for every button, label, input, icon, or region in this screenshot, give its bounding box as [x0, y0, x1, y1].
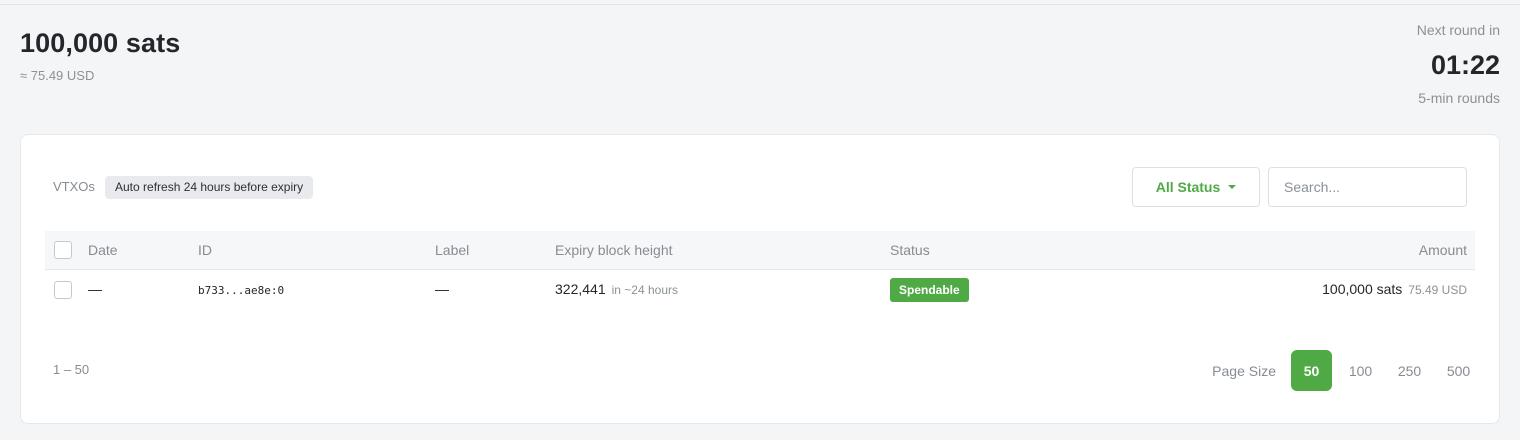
- caret-down-icon: [1228, 185, 1237, 189]
- row-expiry: 322,441 in ~24 hours: [555, 281, 678, 297]
- page-size-250[interactable]: 250: [1389, 350, 1430, 391]
- row-amount: 100,000 sats 75.49 USD: [1322, 281, 1467, 297]
- row-amount-fiat: 75.49 USD: [1408, 283, 1467, 297]
- row-expiry-height: 322,441: [555, 281, 606, 297]
- row-label: —: [435, 281, 449, 297]
- vtxo-card: VTXOs Auto refresh 24 hours before expir…: [20, 134, 1500, 424]
- select-all-checkbox[interactable]: [54, 241, 72, 259]
- row-checkbox[interactable]: [54, 281, 72, 299]
- row-amount-sats: 100,000 sats: [1322, 281, 1403, 297]
- status-badge: Spendable: [890, 278, 969, 302]
- row-expiry-eta: in ~24 hours: [611, 283, 678, 297]
- round-countdown: 01:22: [1430, 50, 1500, 80]
- column-date[interactable]: Date: [88, 242, 118, 258]
- status-filter-label: All Status: [1155, 179, 1221, 195]
- top-divider: [0, 4, 1520, 5]
- table-row[interactable]: — b733...ae8e:0 — 322,441 in ~24 hours Sp…: [45, 271, 1475, 309]
- balance-summary: 100,000 sats ≈ 75.49 USD: [20, 28, 180, 83]
- search-input[interactable]: [1268, 167, 1467, 207]
- row-date: —: [88, 281, 102, 297]
- column-label[interactable]: Label: [435, 242, 469, 258]
- column-amount[interactable]: Amount: [1419, 242, 1467, 258]
- column-id[interactable]: ID: [198, 242, 212, 258]
- vtxo-title: VTXOs: [53, 179, 95, 194]
- column-status[interactable]: Status: [890, 242, 930, 258]
- status-filter-dropdown[interactable]: All Status: [1132, 167, 1260, 207]
- table-header: Date ID Label Expiry block height Status…: [45, 231, 1475, 270]
- page-size-500[interactable]: 500: [1438, 350, 1479, 391]
- balance-fiat: ≈ 75.49 USD: [20, 68, 95, 83]
- balance-amount: 100,000 sats: [20, 28, 181, 58]
- page-size-selector: Page Size 50 100 250 500: [1212, 350, 1479, 391]
- pagination-range: 1 – 50: [53, 362, 90, 377]
- round-label: Next round in: [1416, 22, 1500, 38]
- page-size-50[interactable]: 50: [1291, 350, 1332, 391]
- page-size-100[interactable]: 100: [1340, 350, 1381, 391]
- row-id[interactable]: b733...ae8e:0: [198, 284, 284, 297]
- round-subtitle: 5-min rounds: [1418, 90, 1500, 106]
- page-size-label: Page Size: [1212, 362, 1276, 379]
- column-expiry[interactable]: Expiry block height: [555, 242, 673, 258]
- auto-refresh-badge: Auto refresh 24 hours before expiry: [105, 176, 314, 199]
- round-timer: Next round in 01:22 5-min rounds: [1417, 22, 1500, 106]
